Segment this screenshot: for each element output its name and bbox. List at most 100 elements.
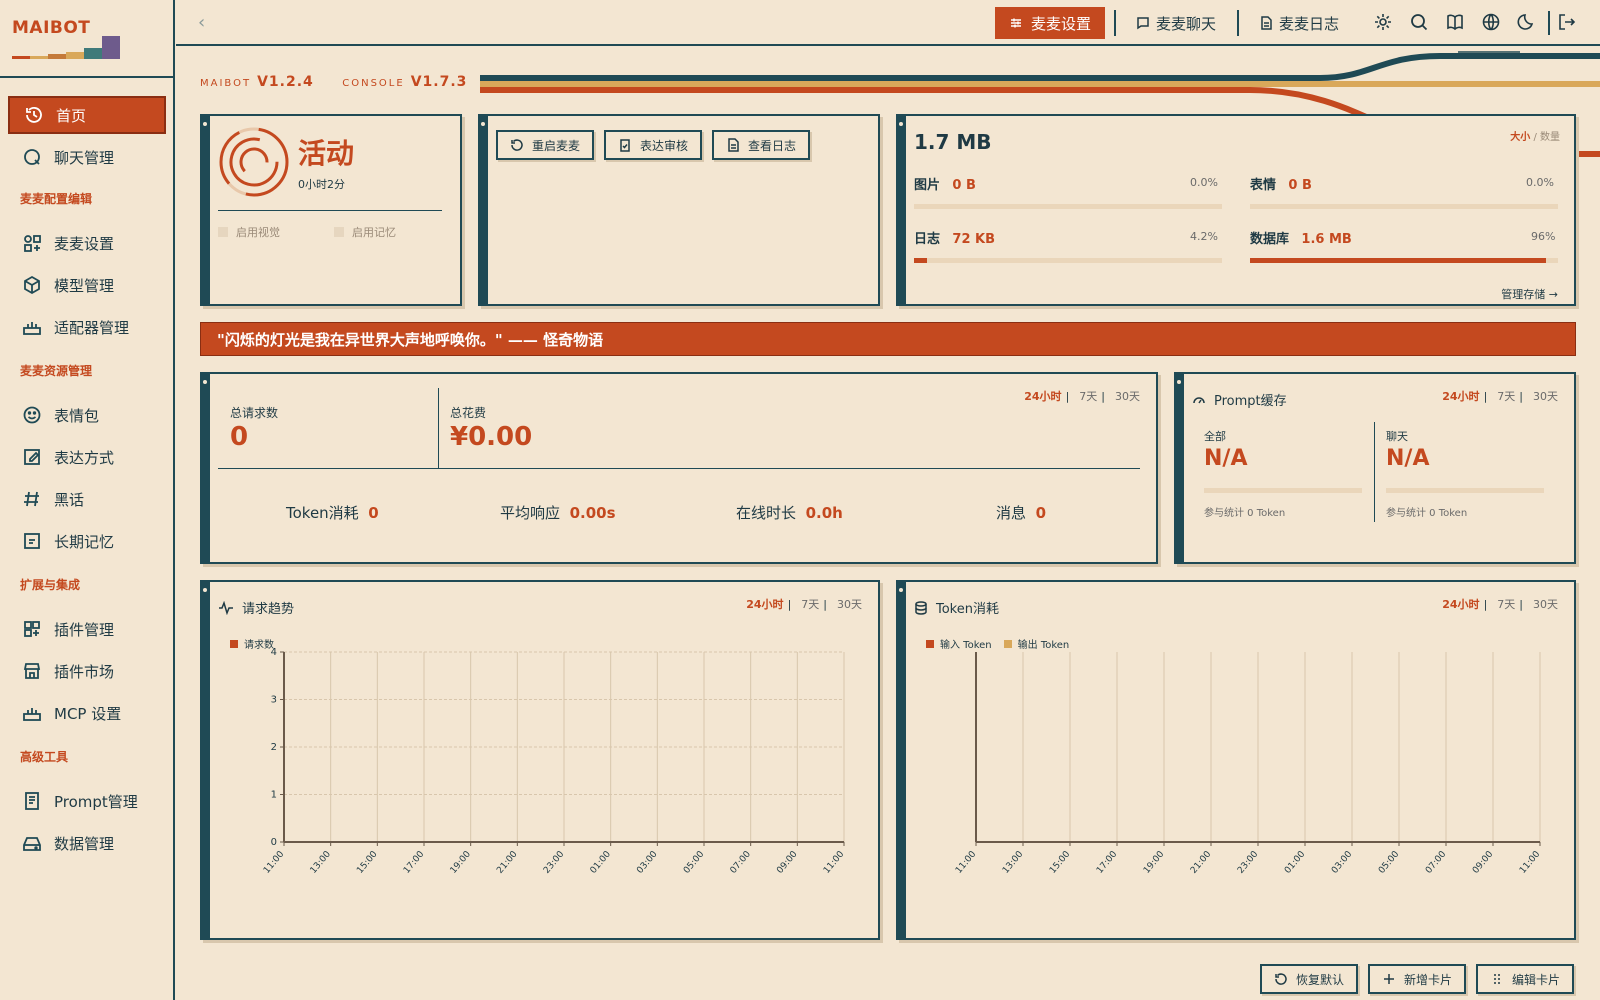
sidebar-item-expressions[interactable]: 表达方式 — [8, 438, 166, 476]
range-24h[interactable]: 24小时 — [1024, 390, 1061, 403]
book-icon[interactable] — [1445, 12, 1465, 32]
add-card-button[interactable]: 新增卡片 — [1368, 964, 1467, 994]
sidebar-item-plugin-market[interactable]: 插件市场 — [8, 652, 166, 690]
sidebar-item-label: 长期记忆 — [54, 532, 115, 551]
topbar-divider — [1548, 11, 1550, 35]
cache-chat-note: 参与统计 0 Token — [1386, 508, 1468, 519]
sidebar-item-label: 黑话 — [54, 490, 85, 509]
sidebar-item-slang[interactable]: 黑话 — [8, 480, 166, 518]
activity-ring-icon — [219, 127, 289, 197]
topbar-divider — [1237, 10, 1239, 36]
x-tick-label: 17:00 — [402, 849, 427, 876]
divider — [218, 468, 1140, 469]
tab-maimai-settings[interactable]: 麦麦设置 — [995, 7, 1106, 39]
sidebar-item-label: 首页 — [56, 106, 87, 125]
range-30d[interactable]: 30天 — [1115, 390, 1140, 403]
metric-label: 平均响应 — [500, 504, 561, 522]
request-trend-card: 请求趋势 24小时 | 7天 | 30天 请求数 0 1 2 3 4 11:00 13:00 15:0… — [200, 580, 880, 940]
toggle-vision[interactable]: 启用视觉 — [218, 224, 280, 240]
gear-icon[interactable] — [1373, 12, 1393, 32]
x-tick-label: 11:00 — [954, 849, 979, 876]
storage-item-value: 1.6 MB — [1301, 232, 1352, 247]
range-7d[interactable]: 7天 — [1079, 390, 1097, 403]
expression-review-button[interactable]: 表达审核 — [604, 130, 703, 160]
status-text: 活动 — [298, 137, 355, 170]
button-label: 新增卡片 — [1404, 972, 1453, 987]
sidebar-item-label: 麦麦设置 — [54, 234, 115, 253]
quote-banner: "闪烁的灯光是我在异世界大声地呼唤你。" —— 怪奇物语 — [200, 322, 1576, 356]
x-tick-label: 13:00 — [309, 849, 334, 876]
sidebar-item-model-manage[interactable]: 模型管理 — [8, 266, 166, 304]
router-icon — [22, 703, 42, 723]
metric-value: 0 — [1035, 504, 1046, 522]
search-icon[interactable] — [1409, 12, 1429, 32]
button-label: 重启麦麦 — [532, 138, 581, 153]
storage-item-value: 72 KB — [952, 232, 996, 247]
quote-text: "闪烁的灯光是我在异世界大声地呼唤你。" —— 怪奇物语 — [217, 330, 604, 349]
collapse-sidebar-chevron-icon[interactable]: ‹ — [198, 12, 205, 33]
x-tick-label: 03:00 — [635, 849, 660, 876]
edit-card-button[interactable]: 编辑卡片 — [1476, 964, 1575, 994]
x-tick-label: 09:00 — [1471, 849, 1496, 876]
logout-icon[interactable] — [1557, 12, 1577, 32]
storage-mode-toggle[interactable]: 大小 / 数量 — [1510, 128, 1560, 143]
view-logs-button[interactable]: 查看日志 — [712, 130, 811, 160]
sidebar-item-label: MCP 设置 — [54, 704, 122, 723]
storage-item-label: 图片 — [914, 178, 941, 193]
globe-icon[interactable] — [1481, 12, 1501, 32]
y-tick-label: 4 — [271, 647, 277, 658]
card-title: Prompt缓存 — [1214, 394, 1287, 409]
storage-item-value: 0 B — [1288, 178, 1312, 193]
toggle-memory[interactable]: 启用记忆 — [334, 224, 396, 240]
console-label: CONSOLE — [342, 78, 405, 89]
range-7d[interactable]: 7天 — [1497, 390, 1515, 403]
nav-group-advanced: 高级工具 — [20, 750, 69, 764]
moon-icon[interactable] — [1517, 12, 1537, 32]
metric-value: 0.00s — [569, 504, 616, 522]
x-tick-label: 19:00 — [449, 849, 474, 876]
sidebar-item-home[interactable]: 首页 — [8, 96, 166, 134]
cache-all-label: 全部 — [1204, 430, 1226, 443]
sidebar-item-label: 插件管理 — [54, 620, 115, 639]
range-24h[interactable]: 24小时 — [1442, 390, 1479, 403]
console-version: V1.7.3 — [410, 74, 468, 90]
checkbox[interactable] — [334, 227, 344, 237]
sidebar-item-mcp-settings[interactable]: MCP 设置 — [8, 694, 166, 732]
sidebar-item-data-manage[interactable]: 数据管理 — [8, 824, 166, 862]
tab-maimai-chat[interactable]: 麦麦聊天 — [1122, 7, 1230, 39]
history-icon — [24, 105, 44, 125]
sidebar-item-maimai-settings[interactable]: 麦麦设置 — [8, 224, 166, 262]
sidebar-item-plugin-manage[interactable]: 插件管理 — [8, 610, 166, 648]
mode-size[interactable]: 大小 — [1510, 132, 1530, 143]
manage-storage-link[interactable]: 管理存储 → — [1501, 286, 1558, 302]
x-tick-label: 01:00 — [589, 849, 614, 876]
progress-fill — [1250, 258, 1546, 263]
drive-icon — [22, 833, 42, 853]
prompt-cache-card: Prompt缓存 24小时 | 7天 | 30天 全部 N/A 参与统计 0 Token… — [1174, 372, 1576, 564]
restore-default-button[interactable]: 恢复默认 — [1260, 964, 1359, 994]
x-tick-label: 15:00 — [1048, 849, 1073, 876]
progress-bar — [914, 258, 1222, 263]
sidebar-item-prompt-manage[interactable]: Prompt管理 — [8, 782, 166, 820]
nav-group-resources: 麦麦资源管理 — [20, 364, 93, 378]
x-tick-label: 15:00 — [355, 849, 380, 876]
mode-count[interactable]: 数量 — [1540, 132, 1560, 143]
x-tick-label: 17:00 — [1095, 849, 1120, 876]
button-label: 恢复默认 — [1296, 972, 1345, 987]
progress-bar — [914, 204, 1222, 209]
brand-logo[interactable]: MAIBOT — [0, 0, 173, 78]
x-tick-label: 11:00 — [1518, 849, 1543, 876]
progress-bar — [1250, 204, 1558, 209]
sidebar-item-adapter-manage[interactable]: 适配器管理 — [8, 308, 166, 346]
grid-icon — [22, 619, 42, 639]
range-30d[interactable]: 30天 — [1533, 390, 1558, 403]
checkbox[interactable] — [218, 227, 228, 237]
button-label: 表达审核 — [640, 138, 689, 153]
sidebar-item-chat-manage[interactable]: 聊天管理 — [8, 138, 166, 176]
sidebar-item-stickers[interactable]: 表情包 — [8, 396, 166, 434]
tab-maimai-logs[interactable]: 麦麦日志 — [1245, 7, 1353, 39]
restart-button[interactable]: 重启麦麦 — [496, 130, 595, 160]
sliders-icon — [1009, 16, 1023, 30]
sidebar-item-long-memory[interactable]: 长期记忆 — [8, 522, 166, 560]
storage-item-database: 数据库 1.6 MB — [1250, 228, 1352, 247]
